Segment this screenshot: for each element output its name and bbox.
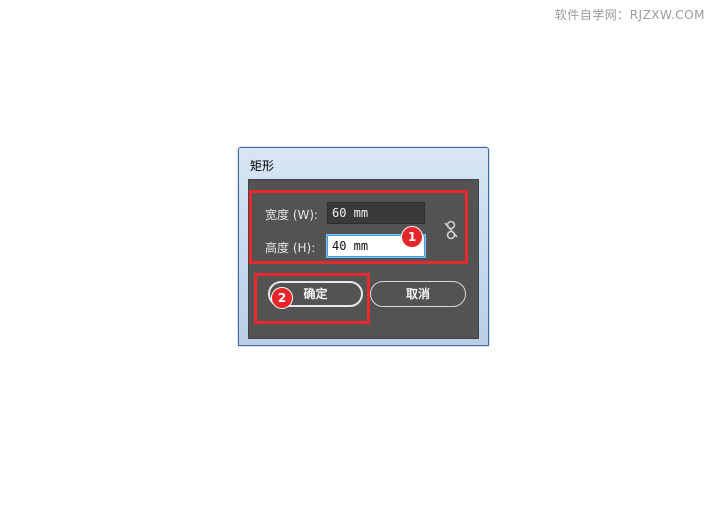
annotation-highlight-fields xyxy=(249,190,468,264)
cancel-button[interactable]: 取消 xyxy=(370,281,466,307)
annotation-badge-1: 1 xyxy=(401,226,423,248)
annotation-badge-2: 2 xyxy=(271,287,293,309)
dialog-title: 矩形 xyxy=(250,159,275,173)
dialog-titlebar[interactable]: 矩形 xyxy=(239,148,488,179)
watermark-text: 软件自学网：RJZXW.COM xyxy=(554,8,705,22)
